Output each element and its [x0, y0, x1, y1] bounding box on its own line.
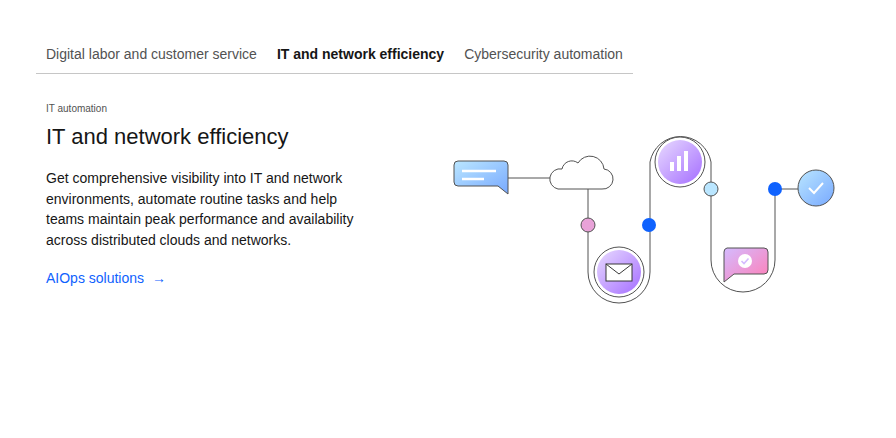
cloud-icon [550, 156, 613, 189]
aiops-link[interactable]: AIOps solutions→ [46, 268, 402, 289]
eyebrow: IT automation [46, 102, 402, 116]
tab-panel: IT automation IT and network efficiency Ge… [36, 74, 896, 312]
panel-description: Get comprehensive visibility into IT and… [46, 168, 356, 250]
tab[interactable]: IT and network efficiency [267, 36, 454, 73]
message-check-icon [724, 248, 768, 282]
workflow-illustration-icon [440, 122, 840, 312]
blue-dot-icon [642, 218, 656, 232]
chart-icon [655, 137, 705, 187]
blue-dot-icon [768, 182, 782, 196]
chat-bubble-icon [454, 161, 508, 194]
page: Digital labor and customer serviceIT and… [0, 0, 896, 438]
tab[interactable]: Digital labor and customer service [36, 36, 267, 73]
tab[interactable]: Cybersecurity automation [454, 36, 633, 73]
check-circle-icon [798, 170, 834, 206]
pink-dot-icon [581, 218, 595, 232]
illustration [440, 122, 840, 312]
panel-text: IT automation IT and network efficiency Ge… [36, 102, 402, 312]
panel-heading: IT and network efficiency [46, 122, 402, 152]
envelope-icon [594, 247, 644, 297]
tab-bar: Digital labor and customer serviceIT and… [36, 36, 633, 74]
light-dot-icon [704, 182, 718, 196]
arrow-icon: → [152, 268, 166, 289]
